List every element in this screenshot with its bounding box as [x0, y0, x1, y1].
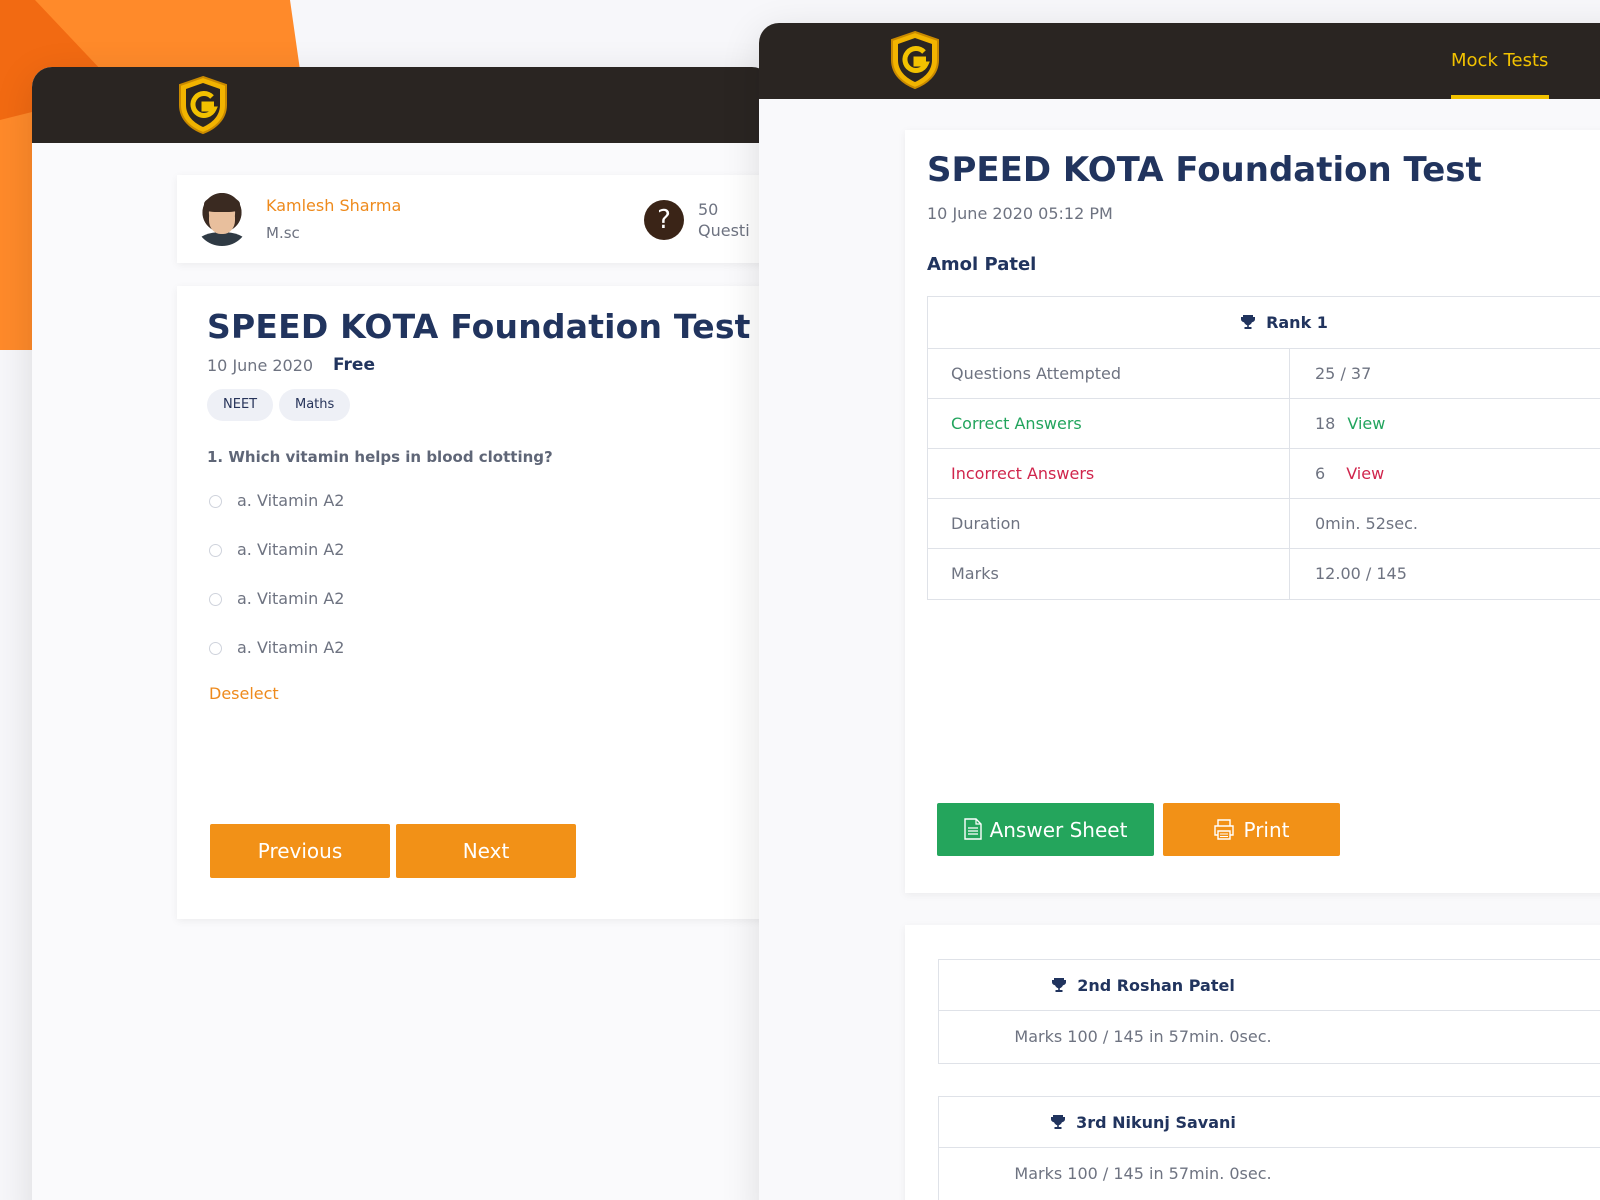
leaderboard-entry: 3rd Nikunj Savani Marks 100 / 145 in 57m… — [938, 1096, 1600, 1200]
nav-mock-tests[interactable]: Mock Tests — [1451, 50, 1548, 71]
option-label: a. Vitamin A2 — [237, 540, 345, 559]
page-title: SPEED KOTA Foundation Test — [207, 307, 751, 346]
rank-header: Rank 1 — [928, 297, 1600, 349]
print-label: Print — [1243, 817, 1290, 842]
questions-count: 50 Questi — [698, 199, 750, 241]
shield-logo-icon[interactable] — [176, 75, 230, 135]
quiz-card: SPEED KOTA Foundation Test 10 June 2020 … — [177, 286, 772, 919]
leaderboard-card: 2nd Roshan Patel Marks 100 / 145 in 57mi… — [905, 925, 1600, 1200]
question-icon: ? — [644, 200, 684, 240]
option-label: a. Vitamin A2 — [237, 589, 345, 608]
table-row: Marks 12.00 / 145 — [928, 549, 1600, 599]
print-button[interactable]: Print — [1163, 803, 1340, 856]
table-row: Duration 0min. 52sec. — [928, 499, 1600, 549]
row-value: 25 / 37 — [1315, 349, 1371, 399]
trophy-icon — [1241, 315, 1256, 329]
price-label: Free — [333, 355, 375, 375]
row-value: 12.00 / 145 — [1315, 549, 1407, 599]
questions-count-label: Questi — [698, 221, 750, 240]
table-row: Questions Attempted 25 / 37 — [928, 349, 1600, 399]
leader-name: 3rd Nikunj Savani — [1076, 1113, 1236, 1132]
option-label: a. Vitamin A2 — [237, 638, 345, 657]
row-value: 6 View — [1315, 449, 1384, 499]
author-degree: M.sc — [266, 224, 300, 242]
view-correct-link[interactable]: View — [1347, 414, 1385, 433]
results-topbar: Mock Tests — [759, 23, 1600, 99]
answer-sheet-button[interactable]: Answer Sheet — [937, 803, 1154, 856]
row-value: 18 View — [1315, 399, 1385, 449]
results-window: Mock Tests SPEED KOTA Foundation Test 10… — [759, 23, 1600, 1200]
option-label: a. Vitamin A2 — [237, 491, 345, 510]
row-label: Marks — [928, 549, 1290, 599]
deselect-link[interactable]: Deselect — [209, 684, 279, 703]
table-row: Incorrect Answers 6 View — [928, 449, 1600, 499]
result-table: Rank 1 Questions Attempted 25 / 37 Corre… — [927, 296, 1600, 600]
trophy-icon — [1052, 978, 1067, 992]
leaderboard-entry: 2nd Roshan Patel Marks 100 / 145 in 57mi… — [938, 959, 1600, 1064]
author-name[interactable]: Kamlesh Sharma — [266, 196, 401, 215]
test-date: 10 June 2020 — [207, 356, 314, 375]
row-value-text: 12.00 / 145 — [1315, 564, 1407, 583]
radio-button[interactable] — [209, 593, 222, 606]
row-label: Correct Answers — [928, 399, 1290, 448]
leader-detail: Marks 100 / 145 in 57min. 0sec. — [1014, 1164, 1272, 1183]
leader-detail: Marks 100 / 145 in 57min. 0sec. — [1014, 1027, 1272, 1046]
row-label: Questions Attempted — [928, 349, 1290, 398]
row-value-text: 6 — [1315, 464, 1326, 483]
row-value-text: 0min. 52sec. — [1315, 514, 1418, 533]
radio-button[interactable] — [209, 642, 222, 655]
nav-active-indicator — [1451, 95, 1549, 99]
radio-button[interactable] — [209, 495, 222, 508]
row-value: 0min. 52sec. — [1315, 499, 1418, 549]
tag-maths[interactable]: Maths — [279, 389, 351, 421]
answer-sheet-label: Answer Sheet — [989, 817, 1128, 842]
result-datetime: 10 June 2020 05:12 PM — [927, 204, 1113, 223]
shield-logo-icon[interactable] — [888, 30, 942, 90]
leader-title: 3rd Nikunj Savani — [939, 1097, 1600, 1148]
previous-button[interactable]: Previous — [210, 824, 390, 878]
question-text: 1. Which vitamin helps in blood clotting… — [207, 448, 553, 466]
author-card: Kamlesh Sharma M.sc ? 50 Questi — [177, 175, 772, 263]
tag-neet[interactable]: NEET — [207, 389, 274, 421]
printer-icon — [1214, 818, 1235, 840]
rank-label: Rank 1 — [1266, 313, 1328, 332]
result-title: SPEED KOTA Foundation Test — [927, 150, 1482, 190]
document-icon — [963, 817, 982, 840]
row-value-text: 25 / 37 — [1315, 364, 1372, 383]
avatar — [195, 192, 249, 246]
row-value-text: 18 — [1315, 414, 1336, 433]
trophy-icon — [1051, 1115, 1066, 1129]
leader-name: 2nd Roshan Patel — [1077, 976, 1235, 995]
view-incorrect-link[interactable]: View — [1346, 464, 1384, 483]
questions-count-value: 50 — [698, 200, 719, 219]
table-row: Correct Answers 18 View — [928, 399, 1600, 449]
next-button[interactable]: Next — [396, 824, 576, 878]
row-label: Incorrect Answers — [928, 449, 1290, 498]
result-card: SPEED KOTA Foundation Test 10 June 2020 … — [905, 130, 1600, 893]
radio-button[interactable] — [209, 544, 222, 557]
student-name: Amol Patel — [927, 254, 1037, 275]
leader-title: 2nd Roshan Patel — [939, 960, 1600, 1011]
quiz-window: Kamlesh Sharma M.sc ? 50 Questi SPEED KO… — [32, 67, 772, 1200]
quiz-topbar — [32, 67, 772, 143]
row-label: Duration — [928, 499, 1290, 548]
